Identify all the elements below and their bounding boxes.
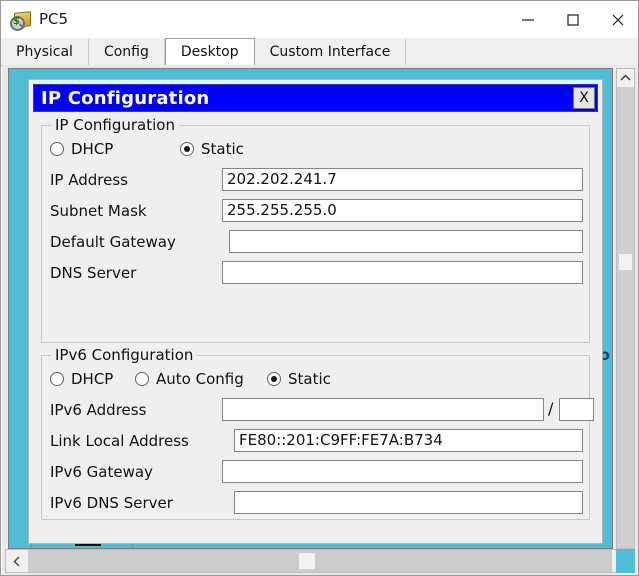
radio-circle-selected-icon bbox=[180, 142, 194, 156]
ipv6-prefix-separator: / bbox=[548, 399, 554, 418]
ipv6-static-radio[interactable]: Static bbox=[267, 370, 331, 388]
subnet-mask-label: Subnet Mask bbox=[50, 202, 147, 220]
tab-label: Custom Interface bbox=[269, 44, 391, 60]
tab-label: Physical bbox=[16, 44, 73, 60]
ip-configuration-dialog: IP Configuration X IP Configuration DHCP… bbox=[28, 79, 603, 544]
dialog-close-label: X bbox=[579, 90, 589, 106]
ipv6-prefix-length-input[interactable] bbox=[559, 398, 594, 421]
ipv6-gateway-label: IPv6 Gateway bbox=[50, 463, 153, 481]
default-gateway-input[interactable] bbox=[229, 230, 583, 253]
radio-circle-icon bbox=[50, 372, 64, 386]
link-local-address-input[interactable]: FE80::201:C9FF:FE7A:B734 bbox=[234, 429, 583, 452]
ipv4-configuration-group: IP Configuration DHCP Static IP Address … bbox=[41, 116, 590, 343]
tab-physical[interactable]: Physical bbox=[1, 39, 89, 65]
ipv6-address-input[interactable] bbox=[222, 398, 544, 421]
ipv6-group-legend: IPv6 Configuration bbox=[51, 346, 198, 364]
tab-strip: Physical Config Desktop Custom Interface bbox=[1, 38, 638, 66]
ipv4-dhcp-radio[interactable]: DHCP bbox=[50, 140, 113, 158]
ip-address-label: IP Address bbox=[50, 171, 128, 189]
tab-label: Desktop bbox=[180, 44, 239, 60]
ipv6-dns-server-label: IPv6 DNS Server bbox=[50, 494, 173, 512]
window-controls bbox=[505, 1, 638, 38]
ipv6-dns-server-input[interactable] bbox=[234, 491, 583, 514]
ipv6-auto-config-radio[interactable]: Auto Config bbox=[135, 370, 244, 388]
close-icon[interactable] bbox=[595, 1, 638, 38]
pc-device-window: $ PC5 Physical Config Desktop Custom Int… bbox=[0, 0, 639, 576]
maximize-icon[interactable] bbox=[550, 1, 595, 38]
ipv6-configuration-group: IPv6 Configuration DHCP Auto Config Stat… bbox=[41, 346, 594, 520]
tab-config[interactable]: Config bbox=[88, 39, 165, 65]
tab-desktop[interactable]: Desktop bbox=[164, 38, 255, 65]
link-local-address-label: Link Local Address bbox=[50, 432, 189, 450]
ipv6-gateway-input[interactable] bbox=[222, 460, 583, 483]
scrollbar-corner bbox=[616, 549, 635, 573]
radio-circle-icon bbox=[135, 372, 149, 386]
vertical-scrollbar[interactable] bbox=[616, 68, 635, 549]
vertical-scrollbar-thumb[interactable] bbox=[619, 254, 632, 270]
ipv4-dhcp-label: DHCP bbox=[71, 140, 114, 158]
desktop-content-area: Dialer Editor Firewall bbox=[2, 65, 638, 575]
ipv6-dhcp-radio[interactable]: DHCP bbox=[50, 370, 113, 388]
horizontal-scrollbar[interactable] bbox=[5, 549, 635, 573]
chevron-up-icon[interactable] bbox=[617, 69, 634, 87]
packet-tracer-icon: $ bbox=[10, 10, 32, 31]
subnet-mask-input[interactable]: 255.255.255.0 bbox=[222, 199, 583, 222]
desktop-app-pane: Dialer Editor Firewall bbox=[8, 68, 613, 549]
ipv6-auto-config-label: Auto Config bbox=[156, 370, 244, 388]
dialog-close-button[interactable]: X bbox=[573, 87, 595, 109]
chevron-left-icon[interactable] bbox=[6, 550, 28, 572]
minimize-icon[interactable] bbox=[505, 1, 550, 38]
ipv6-dhcp-label: DHCP bbox=[71, 370, 114, 388]
dialog-title: IP Configuration bbox=[41, 87, 210, 109]
ipv4-group-legend: IP Configuration bbox=[51, 116, 179, 134]
tab-label: Config bbox=[103, 44, 149, 60]
default-gateway-label: Default Gateway bbox=[50, 233, 176, 251]
dns-server-input[interactable] bbox=[222, 261, 583, 284]
ipv6-address-label: IPv6 Address bbox=[50, 401, 147, 419]
ip-address-input[interactable]: 202.202.241.7 bbox=[222, 168, 583, 191]
tab-custom-interface[interactable]: Custom Interface bbox=[254, 39, 407, 65]
radio-circle-selected-icon bbox=[267, 372, 281, 386]
dialog-titlebar: IP Configuration X bbox=[33, 84, 598, 112]
radio-circle-icon bbox=[50, 142, 64, 156]
dns-server-label: DNS Server bbox=[50, 264, 137, 282]
window-title: PC5 bbox=[39, 10, 69, 28]
ipv6-static-label: Static bbox=[288, 370, 331, 388]
horizontal-scrollbar-thumb[interactable] bbox=[299, 553, 315, 569]
ipv4-static-radio[interactable]: Static bbox=[180, 140, 244, 158]
ipv4-static-label: Static bbox=[201, 140, 244, 158]
window-titlebar: $ PC5 bbox=[1, 1, 638, 38]
